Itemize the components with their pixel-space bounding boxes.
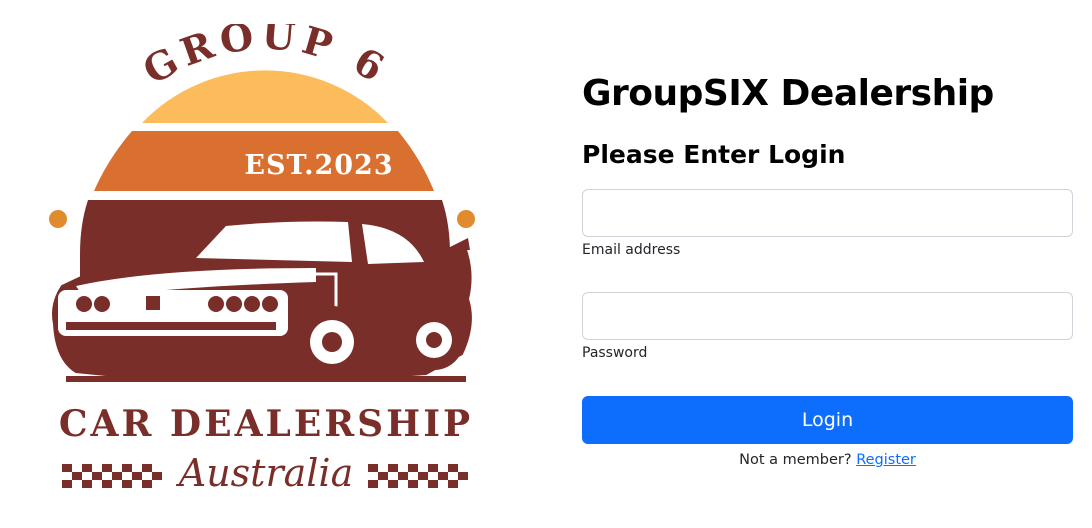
- logo-est-text: EST.2023: [244, 150, 393, 181]
- password-label: Password: [582, 345, 648, 361]
- logo-dot-right: [457, 210, 475, 228]
- login-panel: GroupSIX Dealership Please Enter Login E…: [582, 70, 1073, 468]
- checkered-pattern-left: [62, 464, 162, 488]
- group6-logo: GROUP 6 EST.2023 CAR DEALERSHIP Australi…: [36, 24, 496, 504]
- register-prompt-text: Not a member?: [739, 452, 852, 468]
- logo-main-text: CAR DEALERSHIP: [59, 403, 473, 445]
- logo-script-text: Australia: [176, 451, 353, 495]
- register-prompt: Not a member? Register: [582, 452, 1073, 468]
- login-button[interactable]: Login: [582, 396, 1073, 444]
- email-input[interactable]: [582, 189, 1073, 237]
- email-field-group: Email address: [582, 189, 1073, 259]
- login-subtitle: Please Enter Login: [582, 140, 846, 169]
- page-title: GroupSIX Dealership: [582, 73, 994, 114]
- logo-dot-left: [49, 210, 67, 228]
- password-field-group: Password: [582, 292, 1073, 362]
- password-input[interactable]: [582, 292, 1073, 340]
- checkered-pattern-right: [368, 464, 468, 488]
- email-label: Email address: [582, 242, 681, 258]
- register-link[interactable]: Register: [856, 452, 916, 468]
